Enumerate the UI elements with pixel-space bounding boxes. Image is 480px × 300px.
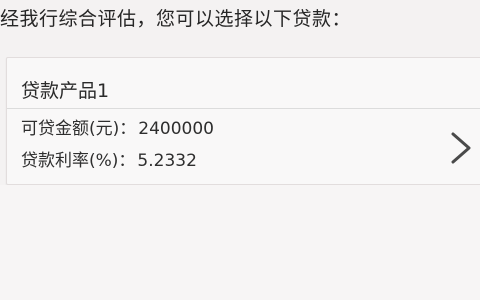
loan-product-card[interactable]: 贷款产品1 可贷金额(元)： 2400000 贷款利率(%)： 5.2332: [6, 57, 480, 185]
loan-amount-value: 2400000: [138, 119, 214, 139]
intro-text: 经我行综合评估，您可以选择以下贷款：: [0, 8, 352, 30]
loan-rate-label: 贷款利率(%)：: [21, 151, 136, 171]
card-divider: [7, 108, 480, 109]
loan-amount-label: 可贷金额(元)：: [21, 119, 137, 139]
loan-rate-value: 5.2332: [137, 151, 197, 171]
empty-content-area: [0, 185, 480, 300]
product-name: 贷款产品1: [21, 80, 110, 102]
loan-rate-row: 贷款利率(%)： 5.2332: [21, 146, 197, 171]
loan-amount-row: 可贷金额(元)： 2400000: [21, 114, 214, 139]
chevron-right-icon[interactable]: [447, 130, 475, 166]
